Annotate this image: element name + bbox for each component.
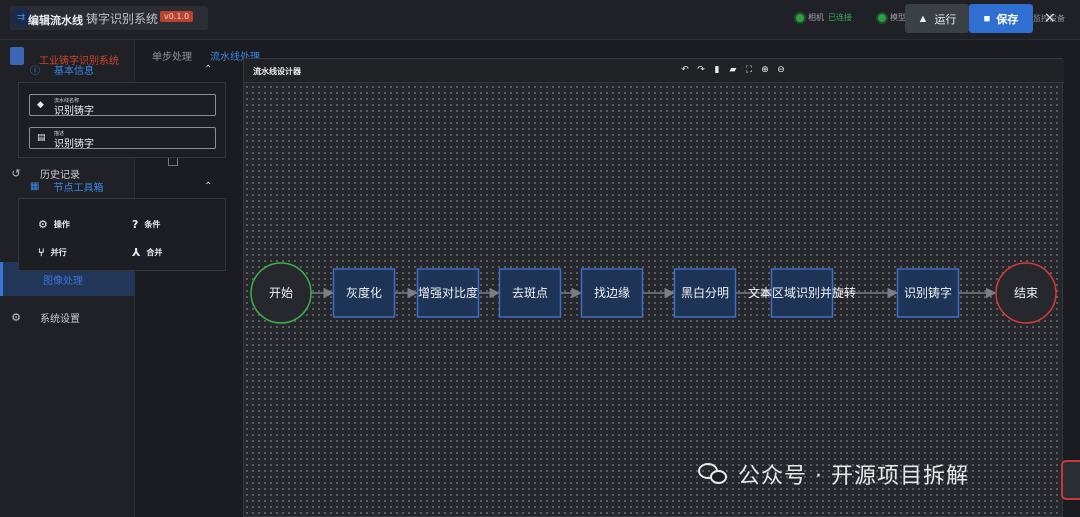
- tool-merge[interactable]: ⅄ 合并: [132, 246, 162, 259]
- grid-icon: ▦: [30, 181, 40, 192]
- split-icon: ⑂: [38, 246, 45, 259]
- modal-title: 编辑流水线: [28, 14, 83, 27]
- question-icon: ?: [132, 218, 139, 231]
- sidebar-item-settings[interactable]: ⚙ 系统设置: [10, 310, 80, 325]
- flow-graph: 开始 灰度化 增强对比度 去斑点 找边缘 黑白分明 文本区域识别并旋转 识别铸字 结束: [250, 262, 1057, 324]
- floating-badge[interactable]: [1061, 460, 1080, 500]
- pipeline-description-field[interactable]: ▤ 描述 识别铸字: [29, 127, 216, 150]
- undo-icon[interactable]: ↶: [680, 65, 690, 75]
- history-icon: ↺: [11, 166, 21, 180]
- designer-header: 流水线设计器 ↶ ↷ ▮ ▰ ⛶ ⊕ ⊖: [244, 59, 1064, 83]
- document-icon: ▤: [37, 133, 46, 143]
- folder-icon[interactable]: ▰: [728, 65, 738, 75]
- step-node-label: 去斑点: [512, 286, 548, 300]
- collapse-basic-info-icon[interactable]: ⌃: [204, 64, 212, 75]
- designer-toolbar: ↶ ↷ ▮ ▰ ⛶ ⊕ ⊖: [680, 65, 786, 75]
- info-icon: ⓘ: [30, 66, 40, 77]
- tab-single-step[interactable]: 单步处理: [152, 48, 192, 63]
- basic-info-title: ⓘ 基本信息: [30, 62, 94, 77]
- designer-title: 流水线设计器: [253, 67, 301, 76]
- step-node-label: 增强对比度: [418, 285, 478, 300]
- step-node-label: 找边缘: [594, 286, 630, 300]
- delete-icon[interactable]: ▮: [712, 65, 722, 75]
- collapse-toolbox-icon[interactable]: ⌃: [204, 181, 212, 192]
- pipeline-editor-header: ⇉ 编辑流水线 ▲ 运行 ■ 保存 监控设备 ×: [0, 0, 1080, 38]
- merge-icon: ⅄: [132, 246, 141, 259]
- designer-canvas[interactable]: 开始 灰度化 增强对比度 去斑点 找边缘 黑白分明 文本区域识别并旋转 识别铸字 结束: [244, 84, 1062, 516]
- watermark: 公众号 · 开源项目拆解: [698, 458, 969, 490]
- close-button[interactable]: ×: [1044, 10, 1056, 26]
- save-button[interactable]: ■ 保存: [969, 4, 1033, 33]
- run-button[interactable]: ▲ 运行: [905, 4, 969, 33]
- zoom-out-icon[interactable]: ⊖: [776, 65, 786, 75]
- step-node-label: 识别铸字: [904, 285, 952, 300]
- gear-icon: ⚙: [11, 310, 21, 324]
- zoom-in-icon[interactable]: ⊕: [760, 65, 770, 75]
- tool-condition[interactable]: ? 条件: [132, 218, 160, 231]
- tool-parallel[interactable]: ⑂ 并行: [38, 246, 67, 259]
- brand-logo: [10, 47, 24, 65]
- basic-info-panel: ◆ 流水线名称 识别铸字 ▤ 描述 识别铸字: [18, 82, 226, 158]
- pipeline-designer: 流水线设计器 ↶ ↷ ▮ ▰ ⛶ ⊕ ⊖ 开始 灰度化 增强对比度 去斑点 找边缘 黑白分…: [243, 58, 1064, 517]
- node-toolbox-title: ▦ 节点工具箱: [30, 181, 104, 194]
- step-node-label: 黑白分明: [681, 285, 729, 300]
- wechat-icon: [698, 461, 728, 487]
- step-node-label: 文本区域识别并旋转: [748, 285, 856, 300]
- pipeline-name-field[interactable]: ◆ 流水线名称 识别铸字: [29, 94, 216, 117]
- tag-icon: ◆: [37, 100, 44, 110]
- save-icon: ■: [983, 12, 991, 25]
- step-node-label: 灰度化: [346, 285, 382, 300]
- redo-icon[interactable]: ↷: [696, 65, 706, 75]
- fit-icon[interactable]: ⛶: [744, 65, 754, 75]
- start-node-label: 开始: [269, 286, 293, 300]
- node-toolbox-panel: ⚙ 操作 ? 条件 ⑂ 并行 ⅄ 合并: [18, 198, 226, 271]
- end-node-label: 结束: [1014, 286, 1038, 300]
- person-icon: ▲: [917, 12, 929, 25]
- gear-icon: ⚙: [38, 218, 48, 231]
- tool-operation[interactable]: ⚙ 操作: [38, 218, 70, 231]
